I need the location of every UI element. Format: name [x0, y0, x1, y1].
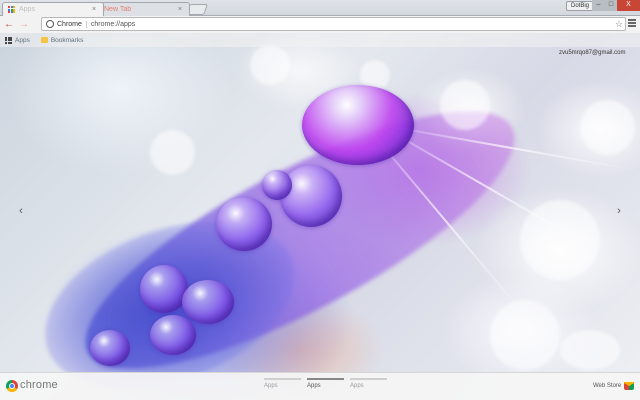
- bokeh-light: [150, 130, 195, 175]
- page-switcher-label: Apps: [264, 383, 278, 389]
- bookmark-label: Apps: [15, 36, 30, 44]
- apps-grid-icon: [5, 36, 12, 44]
- water-droplet: [216, 197, 272, 251]
- bookmark-apps[interactable]: Apps: [5, 36, 30, 44]
- bookmarks-bar: Apps Bookmarks: [0, 33, 640, 47]
- page-switcher: Apps Apps Apps: [264, 378, 387, 389]
- footer: chrome Apps Apps Apps Web Store: [0, 372, 640, 400]
- web-store-icon[interactable]: [624, 382, 634, 390]
- close-window-button[interactable]: X: [617, 0, 640, 11]
- close-icon[interactable]: ×: [176, 6, 184, 13]
- tab-title: New Tab: [104, 6, 132, 13]
- apps-grid-icon: [8, 6, 15, 13]
- bookmark-label: Bookmarks: [50, 36, 84, 44]
- toolbar: ← → Chrome chrome://apps ☆: [0, 16, 640, 33]
- close-icon[interactable]: ×: [90, 6, 98, 13]
- page-switcher-label: Apps: [350, 383, 364, 389]
- profile-button[interactable]: DotBig: [566, 1, 595, 11]
- bokeh-light: [440, 80, 490, 130]
- water-droplet: [262, 170, 292, 200]
- user-email[interactable]: zvu5mrqo87@gmail.com: [559, 50, 625, 56]
- tab-strip: Apps × New Tab × DotBig – □ X: [0, 0, 640, 16]
- page-switcher-item[interactable]: Apps: [350, 378, 387, 389]
- water-droplet: [182, 280, 234, 324]
- chrome-logo-icon: [6, 380, 18, 392]
- page-indicator-bar: [350, 378, 387, 380]
- forward-arrow-icon[interactable]: →: [18, 19, 30, 31]
- folder-icon: [40, 37, 48, 43]
- page-switcher-label: Apps: [307, 383, 321, 389]
- chevron-right-icon[interactable]: ›: [614, 205, 624, 217]
- maximize-button[interactable]: □: [605, 0, 617, 11]
- water-droplet: [150, 315, 196, 355]
- water-droplet: [302, 85, 414, 165]
- bokeh-light: [560, 330, 620, 370]
- wallpaper: [0, 0, 640, 400]
- bookmark-star-icon[interactable]: ☆: [613, 19, 625, 30]
- bokeh-light: [490, 300, 560, 370]
- tab-new-tab[interactable]: New Tab ×: [98, 2, 190, 16]
- menu-icon[interactable]: [628, 19, 636, 27]
- bokeh-light: [580, 100, 635, 155]
- bookmark-folder[interactable]: Bookmarks: [40, 36, 84, 44]
- water-droplet: [140, 265, 188, 313]
- page-indicator-bar: [264, 378, 301, 380]
- water-droplet: [280, 165, 342, 227]
- omnibox-chip: Chrome: [57, 20, 87, 28]
- web-store-link[interactable]: Web Store: [593, 383, 621, 389]
- page-indicator-bar: [307, 378, 344, 380]
- tab-title: Apps: [19, 6, 35, 13]
- omnibox[interactable]: Chrome chrome://apps ☆: [41, 17, 626, 31]
- url-text[interactable]: chrome://apps: [91, 21, 613, 28]
- chevron-left-icon[interactable]: ‹: [16, 205, 26, 217]
- back-arrow-icon[interactable]: ←: [3, 19, 15, 31]
- tab-apps[interactable]: Apps ×: [2, 2, 104, 16]
- chrome-page-icon: [46, 20, 54, 28]
- bokeh-light: [250, 45, 290, 85]
- footer-brand: chrome: [20, 379, 58, 391]
- page-switcher-item[interactable]: Apps: [264, 378, 301, 389]
- water-droplet: [90, 330, 130, 366]
- minimize-button[interactable]: –: [592, 0, 605, 11]
- page-switcher-item-active[interactable]: Apps: [307, 378, 344, 389]
